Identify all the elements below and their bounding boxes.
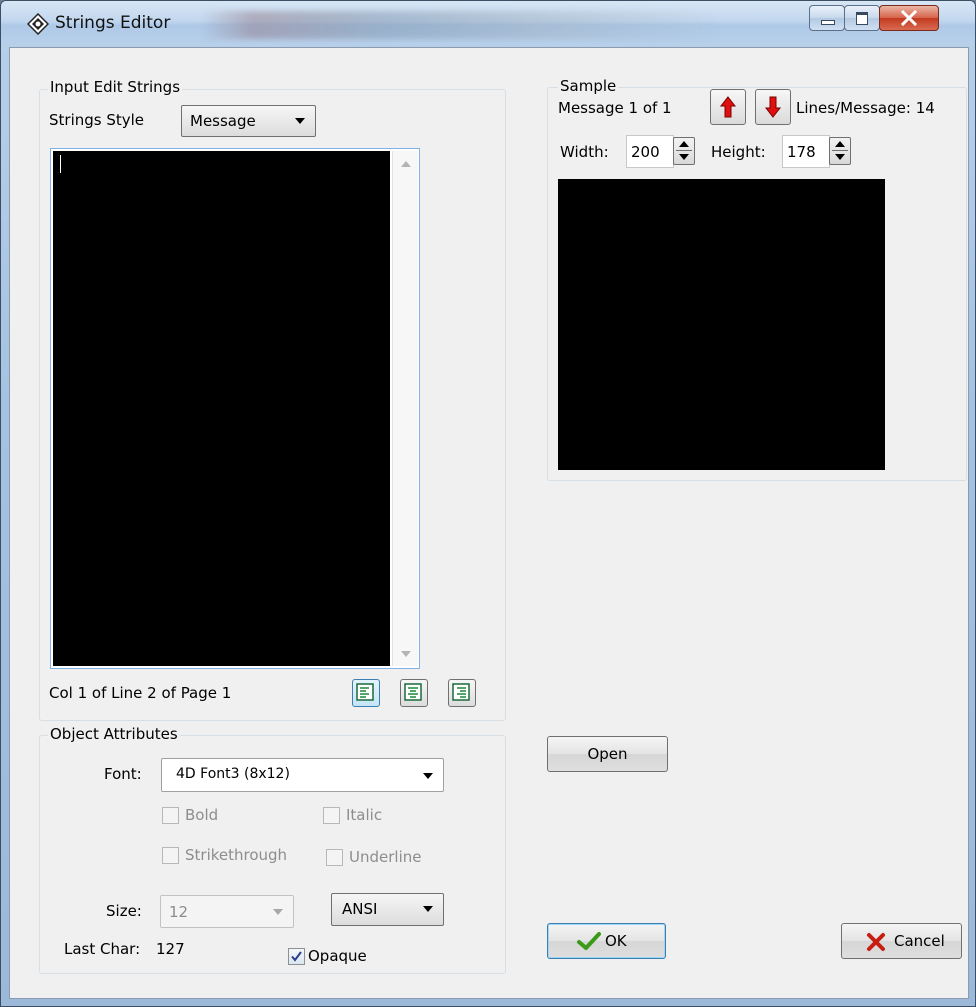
opaque-label: Opaque bbox=[308, 947, 367, 965]
width-spinner[interactable] bbox=[673, 137, 695, 165]
chevron-down-icon bbox=[423, 906, 433, 912]
cancel-x-icon bbox=[867, 933, 885, 951]
app-icon bbox=[27, 13, 49, 35]
last-char-label: Last Char: bbox=[64, 940, 141, 958]
open-button-label: Open bbox=[587, 745, 628, 763]
strikethrough-label: Strikethrough bbox=[185, 846, 288, 864]
object-attributes-label: Object Attributes bbox=[48, 725, 180, 743]
close-button[interactable] bbox=[879, 5, 939, 31]
sample-label: Sample bbox=[558, 77, 619, 95]
width-input[interactable]: 200 bbox=[626, 135, 674, 168]
font-value: 4D Font3 (8x12) bbox=[176, 766, 290, 782]
scroll-up-icon[interactable] bbox=[401, 161, 411, 167]
cancel-button[interactable]: Cancel bbox=[841, 923, 962, 959]
strikethrough-checkbox[interactable] bbox=[162, 847, 179, 864]
align-center-icon bbox=[404, 683, 422, 701]
ok-button-label: OK bbox=[605, 932, 627, 950]
bold-checkbox[interactable] bbox=[162, 807, 179, 824]
last-char-value: 127 bbox=[156, 940, 185, 958]
size-label: Size: bbox=[106, 902, 142, 920]
sample-preview bbox=[558, 179, 885, 470]
window-title: Strings Editor bbox=[55, 13, 171, 33]
maximize-button[interactable] bbox=[844, 5, 880, 31]
strings-editor-window: Strings Editor Input Edit Strings String… bbox=[0, 0, 976, 1007]
strings-style-value: Message bbox=[190, 112, 256, 130]
align-center-button[interactable] bbox=[400, 679, 428, 707]
maximize-icon bbox=[856, 12, 868, 25]
scroll-down-icon[interactable] bbox=[401, 651, 411, 657]
chevron-down-icon bbox=[295, 118, 305, 124]
checkmark-icon bbox=[577, 932, 601, 950]
previous-message-button[interactable] bbox=[710, 89, 746, 125]
lines-per-message: Lines/Message: 14 bbox=[796, 99, 935, 117]
size-select[interactable]: 12 bbox=[160, 895, 294, 928]
strings-text-area[interactable] bbox=[50, 148, 420, 669]
spin-down-icon bbox=[835, 154, 845, 160]
chevron-down-icon bbox=[423, 773, 433, 779]
width-value: 200 bbox=[631, 143, 660, 161]
font-select[interactable]: 4D Font3 (8x12) bbox=[161, 758, 444, 792]
next-message-button[interactable] bbox=[755, 89, 791, 125]
height-input[interactable]: 178 bbox=[782, 135, 830, 168]
charset-select[interactable]: ANSI bbox=[331, 893, 444, 926]
align-right-button[interactable] bbox=[448, 679, 476, 707]
height-spinner[interactable] bbox=[829, 137, 851, 165]
height-label: Height: bbox=[711, 143, 766, 161]
align-left-icon bbox=[356, 683, 374, 701]
title-bar[interactable]: Strings Editor bbox=[1, 1, 975, 45]
bold-label: Bold bbox=[185, 806, 219, 824]
cancel-button-label: Cancel bbox=[894, 932, 945, 950]
spin-up-icon bbox=[835, 141, 845, 147]
cursor-position-status: Col 1 of Line 2 of Page 1 bbox=[49, 684, 232, 702]
open-button[interactable]: Open bbox=[547, 736, 668, 772]
charset-value: ANSI bbox=[342, 900, 378, 918]
ok-button[interactable]: OK bbox=[547, 923, 666, 959]
align-right-icon bbox=[452, 683, 470, 701]
dialog-client-area: Input Edit Strings Strings Style Message… bbox=[9, 47, 969, 999]
input-edit-strings-label: Input Edit Strings bbox=[48, 78, 183, 96]
text-cursor bbox=[60, 155, 61, 173]
close-icon bbox=[900, 10, 918, 26]
font-label: Font: bbox=[104, 765, 142, 783]
checkmark-icon bbox=[291, 951, 302, 962]
chevron-down-icon bbox=[273, 909, 283, 915]
minimize-icon bbox=[821, 20, 835, 25]
underline-checkbox[interactable] bbox=[326, 849, 343, 866]
spin-down-icon bbox=[679, 154, 689, 160]
italic-checkbox[interactable] bbox=[323, 807, 340, 824]
spin-up-icon bbox=[679, 141, 689, 147]
text-editor-canvas[interactable] bbox=[53, 151, 390, 666]
align-left-button[interactable] bbox=[352, 679, 380, 707]
size-value: 12 bbox=[169, 903, 189, 921]
message-counter: Message 1 of 1 bbox=[558, 99, 672, 117]
width-label: Width: bbox=[560, 143, 609, 161]
strings-style-label: Strings Style bbox=[49, 111, 145, 129]
arrow-up-icon bbox=[719, 96, 737, 118]
height-value: 178 bbox=[787, 143, 816, 161]
opaque-checkbox[interactable] bbox=[288, 948, 305, 965]
arrow-down-icon bbox=[764, 96, 782, 118]
minimize-button[interactable] bbox=[809, 5, 845, 31]
strings-style-select[interactable]: Message bbox=[181, 105, 316, 137]
underline-label: Underline bbox=[349, 848, 422, 866]
vertical-scrollbar[interactable] bbox=[392, 151, 418, 666]
italic-label: Italic bbox=[346, 806, 383, 824]
